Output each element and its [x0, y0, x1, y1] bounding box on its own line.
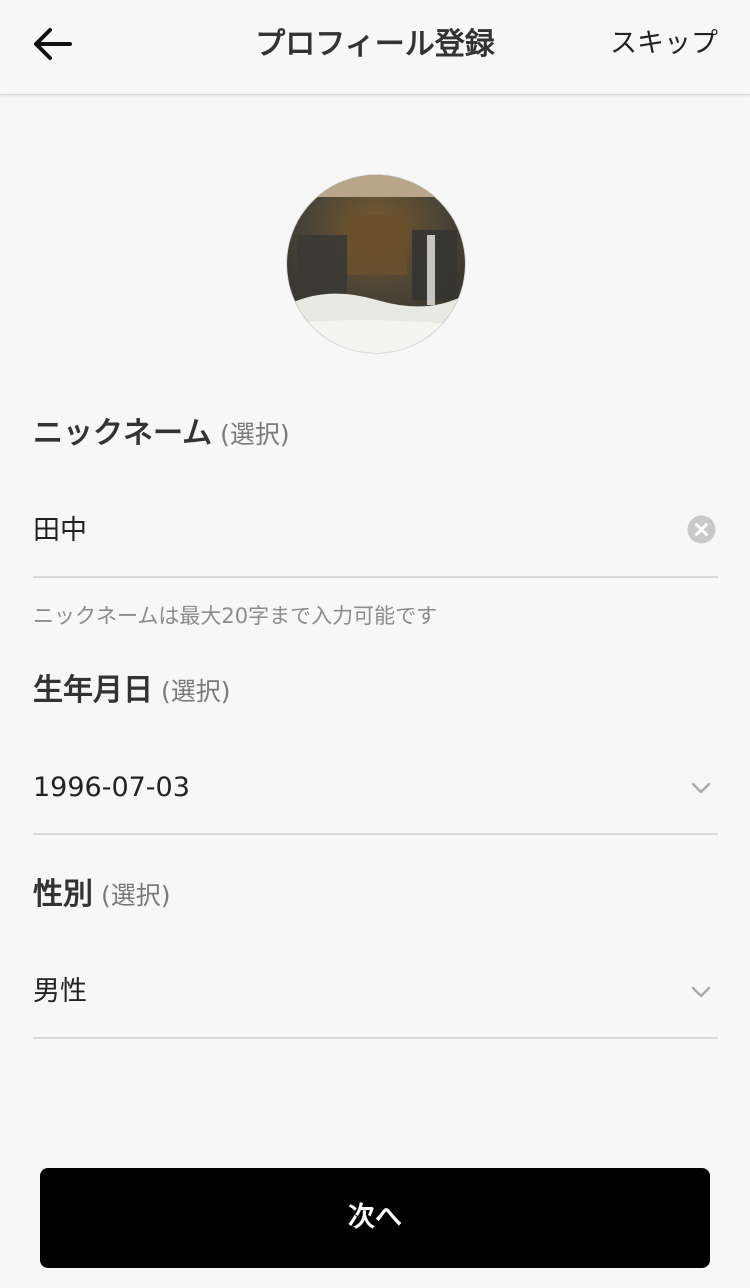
gender-label-text: 性別	[33, 877, 93, 912]
avatar[interactable]	[286, 174, 466, 354]
clear-circle-icon[interactable]	[687, 515, 716, 544]
chevron-down-icon	[691, 986, 711, 998]
nickname-label: ニックネーム (選択)	[33, 414, 290, 455]
birthday-field[interactable]: 1996-07-03	[33, 753, 718, 835]
profile-photo	[287, 175, 465, 353]
next-button[interactable]: 次へ	[40, 1168, 710, 1268]
nickname-label-text: ニックネーム	[33, 416, 213, 451]
birthday-value: 1996-07-03	[33, 772, 190, 803]
nickname-field[interactable]: 田中	[33, 496, 718, 578]
chevron-down-icon	[691, 782, 711, 794]
birthday-label: 生年月日 (選択)	[33, 671, 231, 712]
birthday-label-text: 生年月日	[33, 673, 153, 708]
gender-optional: (選択)	[101, 881, 171, 910]
skip-button[interactable]: スキップ	[610, 24, 718, 64]
birthday-optional: (選択)	[161, 677, 231, 706]
nickname-optional: (選択)	[220, 420, 290, 449]
nickname-input[interactable]: 田中	[33, 512, 87, 550]
gender-label: 性別 (選択)	[33, 875, 171, 916]
nickname-helper: ニックネームは最大20字まで入力可能です	[33, 604, 438, 628]
gender-value: 男性	[33, 976, 87, 1007]
nav-bar: プロフィール登録 スキップ	[0, 0, 750, 95]
gender-field[interactable]: 男性	[33, 957, 718, 1039]
